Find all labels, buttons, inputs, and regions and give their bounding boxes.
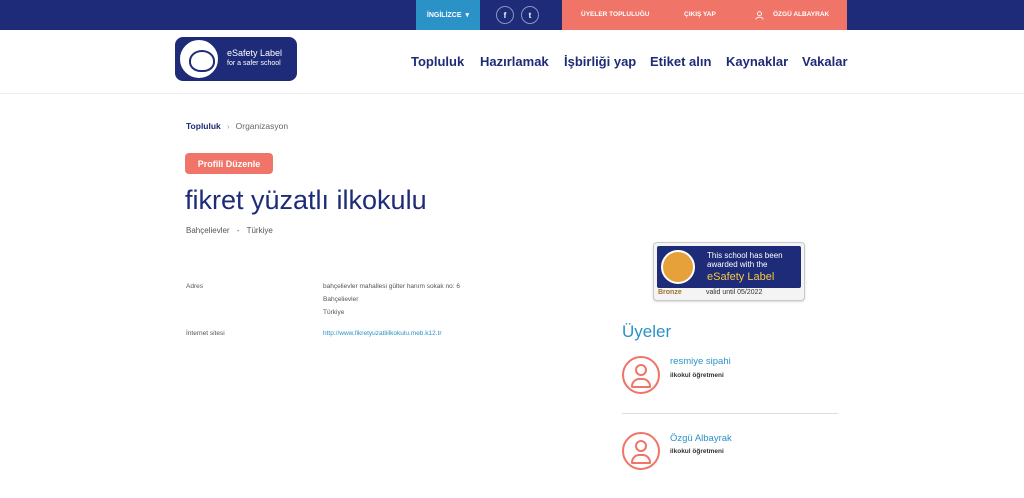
member-divider (622, 413, 838, 414)
user-icon (755, 11, 764, 22)
member-name[interactable]: resmiye sipahi (670, 356, 731, 367)
logo-title: eSafety Label (227, 48, 283, 58)
member-role: ilkokul öğretmeni (670, 448, 724, 455)
breadcrumb-parent[interactable]: Topluluk (186, 121, 221, 131)
breadcrumb-separator: › (226, 121, 230, 131)
member-role: ilkokul öğretmeni (670, 372, 724, 379)
nav-item-prepare[interactable]: Hazırlamak (480, 54, 549, 69)
facebook-icon[interactable]: f (496, 6, 514, 24)
nav-item-cases[interactable]: Vakalar (802, 54, 848, 69)
breadcrumb-current: Organizasyon (235, 121, 289, 131)
website-label: İnternet sitesi (186, 330, 225, 337)
language-label: İNGİLİZCE (426, 11, 462, 19)
address-line-2: Bahçelievler (323, 296, 359, 303)
nav-item-get-label[interactable]: Etiket alın (650, 54, 711, 69)
school-location: Bahçelievler - Türkiye (186, 226, 273, 235)
address-label: Adres (186, 283, 203, 290)
website-link[interactable]: http://www.fikretyuzatliilkokulu.meb.k12… (323, 330, 442, 337)
avatar[interactable] (622, 356, 660, 394)
school-country: Türkiye (246, 226, 273, 235)
avatar[interactable] (622, 432, 660, 470)
chevron-down-icon: ▾ (465, 12, 470, 19)
logout-link[interactable]: ÇIKIŞ YAP (684, 11, 716, 18)
breadcrumb: Topluluk › Organizasyon (186, 121, 288, 131)
address-line-3: Türkiye (323, 309, 345, 316)
school-city: Bahçelievler (186, 226, 230, 235)
badge-level: Bronze (658, 289, 682, 296)
address-line-1: bahçelievler mahallesi gülter hanım soka… (323, 283, 460, 290)
location-separator: - (236, 226, 240, 235)
site-logo[interactable]: eSafety Label for a safer school (175, 37, 297, 81)
user-link[interactable]: ÖZGÜ ALBAYRAK (773, 11, 829, 18)
badge-line-3: eSafety Label (707, 271, 775, 283)
nav-item-community[interactable]: Topluluk (411, 54, 464, 69)
community-link[interactable]: ÜYELER TOPLULUĞU (581, 11, 650, 18)
nav-item-resources[interactable]: Kaynaklar (726, 54, 788, 69)
members-title: Üyeler (622, 322, 672, 341)
nav-item-collaborate[interactable]: İşbirliği yap (564, 54, 636, 69)
language-selector[interactable]: İNGİLİZCE ▾ (416, 0, 480, 30)
logo-emblem-icon (177, 37, 221, 81)
esafety-label-badge: This school has been awarded with the eS… (653, 242, 805, 301)
bronze-medal-icon (661, 250, 695, 284)
badge-line-2: awarded with the (707, 260, 768, 269)
logo-subtitle: for a safer school (227, 60, 281, 67)
member-name[interactable]: Özgü Albayrak (670, 433, 732, 444)
badge-validity: valid until 05/2022 (706, 289, 763, 296)
badge-line-1: This school has been (707, 251, 783, 260)
top-bar: İNGİLİZCE ▾ f t ÜYELER TOPLULUĞU ÇIKIŞ Y… (0, 0, 1024, 30)
account-bar: ÜYELER TOPLULUĞU ÇIKIŞ YAP ÖZGÜ ALBAYRAK (562, 0, 847, 30)
edit-profile-button[interactable]: Profili Düzenle (185, 153, 273, 174)
twitter-icon[interactable]: t (521, 6, 539, 24)
page-title: fikret yüzatlı ilkokulu (185, 185, 427, 215)
